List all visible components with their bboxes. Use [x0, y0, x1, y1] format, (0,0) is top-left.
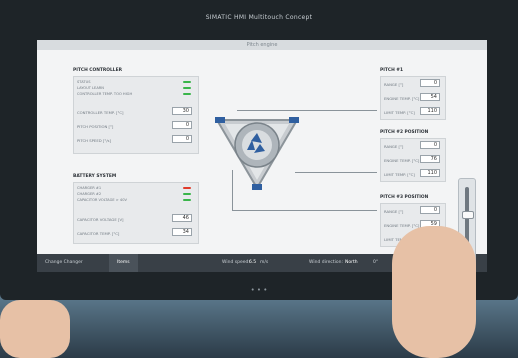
pitch2-limit-temp-label: LIMIT TEMP. [°C] [384, 172, 415, 177]
status-led [183, 87, 191, 89]
status-led [183, 193, 191, 195]
status-label: STATUS [77, 80, 91, 84]
pitch-position-label: PITCH POSITION [°] [77, 124, 114, 129]
slider-knob[interactable] [462, 210, 474, 219]
capacitor-temp-label: CAPACITOR TEMP. [°C] [77, 231, 120, 236]
wind-direction-degrees: 0° [373, 260, 379, 265]
pitch1-title: PITCH #1 [380, 68, 404, 73]
screen-title: Pitch engine [37, 40, 487, 50]
status-led [183, 199, 191, 201]
status-led [183, 81, 191, 83]
status-label: LAYOUT LEARN [77, 86, 104, 90]
items-tab[interactable]: Items [109, 254, 138, 272]
capacitor-voltage-label: CAPACITOR VOLTAGE [V] [77, 217, 124, 222]
wind-direction-value: North [345, 260, 358, 265]
pitch2-limit-temp-field[interactable]: 110 [420, 169, 440, 177]
pitch3-title: PITCH #3 POSITION [380, 195, 429, 200]
pitch3-range-field[interactable]: 0 [420, 206, 440, 214]
left-hand [0, 300, 70, 358]
status-label: CAPACITOR VOLTAGE > 40V [77, 198, 127, 202]
status-label: CONTROLLER TEMP. TOO HIGH [77, 92, 133, 96]
status-label: CHARGER #2 [77, 192, 102, 196]
pitch2-range-field[interactable]: 0 [420, 141, 440, 149]
wind-speed-value: 6.5 [249, 260, 257, 265]
capacitor-temp-field[interactable]: 34 [172, 228, 192, 236]
pitch2-engine-temp-label: ENGINE TEMP. [°C] [384, 158, 420, 163]
right-hand [392, 226, 476, 358]
status-led [183, 93, 191, 95]
status-label: CHARGER #1 [77, 186, 102, 190]
pitch1-limit-temp-label: LIMIT TEMP. [°C] [384, 110, 415, 115]
connector-line [295, 172, 377, 173]
rotor-hub-graphic[interactable] [207, 100, 307, 195]
tablet-stand: • • • [250, 286, 268, 294]
pitch-speed-field[interactable]: 0 [172, 135, 192, 143]
change-changer-tab[interactable]: Change Changer [37, 254, 91, 272]
pitch1-range-field[interactable]: 0 [420, 79, 440, 87]
pitch-controller-title: PITCH CONTROLLER [73, 68, 122, 73]
pitch-position-field[interactable]: 0 [172, 121, 192, 129]
battery-system-title: BATTERY SYSTEM [73, 174, 117, 179]
status-led [183, 187, 191, 189]
pitch2-title: PITCH #2 POSITION [380, 130, 429, 135]
wind-direction-label: Wind direction: [309, 260, 343, 265]
window-title: SIMATIC HMI Multitouch Concept [205, 14, 313, 21]
capacitor-voltage-field[interactable]: 46 [172, 214, 192, 222]
pitch1-engine-temp-label: ENGINE TEMP. [°C] [384, 96, 420, 101]
controller-temp-label: CONTROLLER TEMP. [°C] [77, 110, 124, 115]
controller-temp-field[interactable]: 30 [172, 107, 192, 115]
wind-speed-label: Wind speed: [222, 260, 250, 265]
pitch1-engine-temp-field[interactable]: 54 [420, 93, 440, 101]
wind-speed-unit: m/s [260, 260, 269, 265]
pitch3-range-label: RANGE [°] [384, 209, 404, 214]
pitch-speed-label: PITCH SPEED [°/s] [77, 138, 111, 143]
pitch1-range-label: RANGE [°] [384, 82, 404, 87]
pitch1-limit-temp-field[interactable]: 110 [420, 107, 440, 115]
connector-line [232, 210, 377, 211]
pitch2-engine-temp-field[interactable]: 76 [420, 155, 440, 163]
pitch3-engine-temp-label: ENGINE TEMP. [°C] [384, 223, 420, 228]
pitch2-range-label: RANGE [°] [384, 144, 404, 149]
